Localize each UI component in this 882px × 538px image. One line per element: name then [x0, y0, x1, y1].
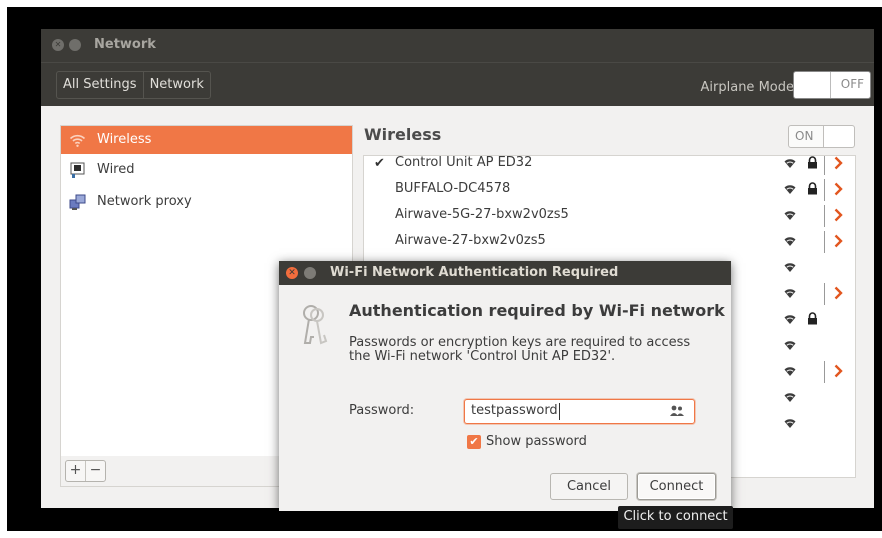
lock-icon: [807, 312, 818, 329]
wifi-signal-icon: [784, 339, 796, 355]
lock-icon: [807, 182, 818, 199]
connected-check-icon: ✔: [374, 156, 385, 171]
network-settings-chevron-icon[interactable]: [834, 182, 843, 200]
window-title: Network: [94, 37, 156, 52]
network-name: Control Unit AP ED32: [395, 155, 533, 170]
switch-knob: [794, 72, 831, 98]
wifi-icon: [69, 132, 86, 149]
wifi-signal-icon: [784, 235, 796, 251]
wifi-signal-icon: [784, 209, 796, 225]
show-password-label[interactable]: Show password: [486, 434, 587, 449]
minimize-window-button[interactable]: [69, 39, 81, 51]
proxy-icon: [69, 194, 86, 211]
wireless-panel-title: Wireless: [364, 125, 442, 144]
row-separator: [824, 361, 825, 383]
row-separator: [824, 156, 825, 175]
network-name: Airwave-27-bxw2v0zs5: [395, 233, 546, 248]
close-window-button[interactable]: ✕: [52, 39, 64, 51]
sidebar-item-label: Network proxy: [97, 194, 192, 209]
network-name: Airwave-5G-27-bxw2v0zs5: [395, 207, 569, 222]
sidebar-item-network-proxy[interactable]: Network proxy: [61, 188, 352, 216]
wifi-signal-icon: [784, 313, 796, 329]
wireless-toggle[interactable]: ON: [788, 125, 855, 148]
add-connection-button[interactable]: +: [66, 461, 85, 481]
connect-button[interactable]: Connect: [637, 473, 716, 500]
sidebar-item-wireless[interactable]: Wireless: [61, 126, 352, 154]
network-row[interactable]: BUFFALO-DC4578: [364, 178, 855, 204]
dialog-description: Passwords or encryption keys are require…: [349, 335, 691, 364]
row-separator: [824, 283, 825, 305]
close-dialog-button[interactable]: ✕: [286, 267, 298, 279]
show-password-checkbox[interactable]: ✔: [467, 435, 481, 449]
breadcrumb-network[interactable]: Network: [142, 72, 210, 98]
wireless-toggle-state: ON: [795, 129, 814, 143]
switch-knob: [823, 126, 854, 147]
airplane-mode-state: OFF: [840, 77, 864, 91]
network-row[interactable]: ✔ Control Unit AP ED32: [364, 155, 855, 178]
dialog-heading: Authentication required by Wi-Fi network: [349, 301, 725, 320]
users-icon[interactable]: [670, 405, 684, 421]
wifi-signal-icon: [784, 391, 796, 407]
wifi-signal-icon: [784, 183, 796, 199]
minimize-dialog-button[interactable]: [304, 267, 316, 279]
wifi-signal-icon: [784, 157, 796, 173]
lock-icon: [807, 156, 818, 173]
wifi-signal-icon: [784, 287, 796, 303]
cancel-button[interactable]: Cancel: [550, 473, 628, 500]
breadcrumb: All Settings Network: [56, 71, 211, 99]
wifi-signal-icon: [784, 261, 796, 277]
wired-icon: [69, 162, 86, 179]
sidebar-item-wired[interactable]: Wired: [61, 156, 352, 184]
network-settings-chevron-icon[interactable]: [834, 234, 843, 252]
remove-connection-button[interactable]: −: [85, 461, 105, 481]
dialog-title: Wi-Fi Network Authentication Required: [330, 265, 619, 280]
row-separator: [824, 205, 825, 227]
sidebar-item-label: Wireless: [97, 132, 152, 147]
network-settings-chevron-icon[interactable]: [834, 156, 843, 174]
row-separator: [824, 231, 825, 253]
auth-dialog: ✕ Wi-Fi Network Authentication Required …: [279, 261, 731, 511]
password-field[interactable]: testpassword: [464, 399, 695, 424]
airplane-mode-label: Airplane Mode: [700, 80, 794, 95]
password-label: Password:: [349, 403, 415, 418]
breadcrumb-all-settings[interactable]: All Settings: [57, 72, 143, 98]
network-row[interactable]: Airwave-5G-27-bxw2v0zs5: [364, 204, 855, 230]
keys-icon: [299, 303, 329, 351]
password-value: testpassword: [471, 403, 558, 418]
connect-tooltip: Click to connect: [618, 506, 733, 529]
text-cursor: [559, 403, 560, 420]
network-settings-chevron-icon[interactable]: [834, 364, 843, 382]
network-settings-chevron-icon[interactable]: [834, 208, 843, 226]
add-remove-group: + −: [65, 460, 106, 482]
wifi-signal-icon: [784, 417, 796, 433]
window-titlebar: ✕ Network: [41, 29, 874, 62]
network-name: BUFFALO-DC4578: [395, 181, 511, 196]
wifi-signal-icon: [784, 365, 796, 381]
sidebar-item-label: Wired: [97, 162, 135, 177]
airplane-mode-switch[interactable]: OFF: [793, 71, 871, 99]
row-separator: [824, 179, 825, 201]
network-settings-chevron-icon[interactable]: [834, 286, 843, 304]
header-toolbar: All Settings Network Airplane Mode OFF: [41, 62, 874, 106]
network-row[interactable]: Airwave-27-bxw2v0zs5: [364, 230, 855, 256]
dialog-titlebar: ✕ Wi-Fi Network Authentication Required: [279, 261, 731, 285]
